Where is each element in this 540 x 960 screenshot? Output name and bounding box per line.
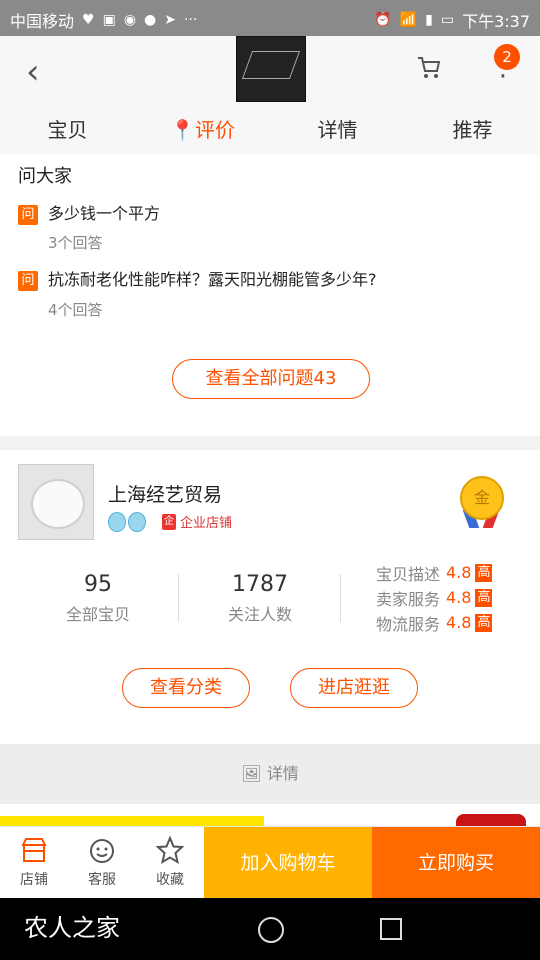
enterprise-label: 企业店铺 [180,516,233,531]
tab-reviews-label: 评价 [194,118,235,142]
favorite-label: 收藏 [156,872,184,888]
diamond-icon [108,512,126,532]
question-text: 抗冻耐老化性能咋样？露天阳光棚能管多少年? [48,270,377,289]
tab-details[interactable]: 详情 [270,106,405,154]
carrier-label: 中国移动 [10,12,75,31]
buy-now-button[interactable]: 立即购买 [372,827,540,899]
stat-followers: 1787 关注人数 [180,572,340,625]
alarm-icon: ⏰ [374,12,392,28]
app-icon: ▣ [102,12,116,28]
product-thumbnail[interactable] [236,36,306,102]
question-badge: 问 [18,204,38,225]
shop-label: 店铺 [20,872,48,888]
tab-bar: 宝贝 📍评价 详情 推荐 [0,106,540,154]
view-category-button[interactable]: 查看分类 [122,668,250,708]
rating-row: 物流服务 4.8 高 [376,610,493,635]
rating-score: 4.8 [446,588,472,607]
question-item[interactable]: 问抗冻耐老化性能咋样？露天阳光棚能管多少年? [18,266,377,291]
answer-count: 3个回答 [48,234,103,252]
watermark: 农人之家 [24,914,120,942]
rating-level: 高 [475,588,493,607]
bottom-action-bar: 店铺 客服 收藏 加入购物车 立即购买 [0,826,540,899]
maps-icon: ◉ [123,12,137,28]
star-icon [155,835,185,865]
service-button[interactable]: 客服 [72,835,132,889]
rating-label: 物流服务 [376,614,441,634]
location-pin-icon: 📍 [170,118,195,142]
rating-score: 4.8 [446,613,472,632]
shop-name[interactable]: 上海经艺贸易 [108,480,222,507]
rating-row: 卖家服务 4.8 高 [376,585,493,610]
favorite-button[interactable]: 收藏 [140,835,200,889]
question-badge: 问 [18,270,38,291]
ask-section: 问大家 问多少钱一个平方 3个回答 问抗冻耐老化性能咋样？露天阳光棚能管多少年?… [0,154,540,436]
service-icon [90,839,114,863]
stat-label: 关注人数 [227,605,292,624]
rating-level: 高 [475,563,493,582]
enter-shop-button[interactable]: 进店逛逛 [290,668,418,708]
tab-recommend[interactable]: 推荐 [405,106,540,154]
divider [340,574,341,622]
chat-icon: ● [144,12,157,28]
shop-icon [21,838,47,862]
telegram-icon: ➤ [164,12,176,28]
clock: 下午3:37 [462,12,530,31]
gold-medal-icon: 金 [460,476,504,520]
rating-level: 高 [475,613,493,632]
back-chevron-icon[interactable]: ‹ [26,52,40,92]
home-nav-icon[interactable] [258,917,284,943]
system-nav-bar: 农人之家 [0,898,540,960]
rating-label: 卖家服务 [376,589,441,609]
tab-reviews[interactable]: 📍评价 [135,106,270,154]
stat-number: 95 [84,572,112,597]
stat-number: 1787 [232,572,288,597]
question-text: 多少钱一个平方 [48,204,161,223]
shop-level-diamonds [108,512,146,532]
notification-badge: 2 [494,44,520,70]
detail-label: 详情 [266,764,299,783]
detail-section-header[interactable]: 🖼 详情 [0,744,540,804]
top-bar: ‹ ⋮ 2 [0,36,540,106]
ask-title: 问大家 [18,166,72,187]
status-bar: 中国移动 ♥ ▣ ◉ ● ➤ ··· ⏰ 📶 ▮ ▭ 下午3:37 [0,0,540,36]
cart-icon[interactable] [416,54,442,80]
rating-label: 宝贝描述 [376,564,441,584]
heart-rate-icon: ♥ [82,12,95,28]
enterprise-badge: 企 企业店铺 [162,512,232,531]
divider [178,574,179,622]
more-dots-icon: ··· [183,12,198,28]
shop-section: 上海经艺贸易 企 企业店铺 金 95 全部宝贝 1787 关注人数 宝贝描述 4… [0,450,540,744]
signal-icon: ▮ [425,12,433,28]
add-to-cart-button[interactable]: 加入购物车 [204,827,372,899]
shop-ratings: 宝贝描述 4.8 高 卖家服务 4.8 高 物流服务 4.8 高 [376,560,493,635]
diamond-icon [128,512,146,532]
image-icon: 🖼 [241,764,262,783]
shop-button[interactable]: 店铺 [4,835,64,889]
battery-icon: ▭ [440,12,455,28]
detail-image-strip [0,804,540,826]
recent-apps-icon[interactable] [380,918,402,940]
stat-label: 全部宝贝 [65,605,130,624]
view-all-questions-button[interactable]: 查看全部问题43 [172,359,370,399]
service-label: 客服 [88,872,116,888]
wifi-icon: 📶 [399,12,418,28]
rating-row: 宝贝描述 4.8 高 [376,560,493,585]
answer-count: 4个回答 [48,301,103,319]
enterprise-shield-icon: 企 [162,513,176,530]
tab-item[interactable]: 宝贝 [0,106,135,154]
question-item[interactable]: 问多少钱一个平方 [18,200,160,225]
shop-logo[interactable] [18,464,94,540]
stat-all-items[interactable]: 95 全部宝贝 [18,572,178,625]
rating-score: 4.8 [446,563,472,582]
